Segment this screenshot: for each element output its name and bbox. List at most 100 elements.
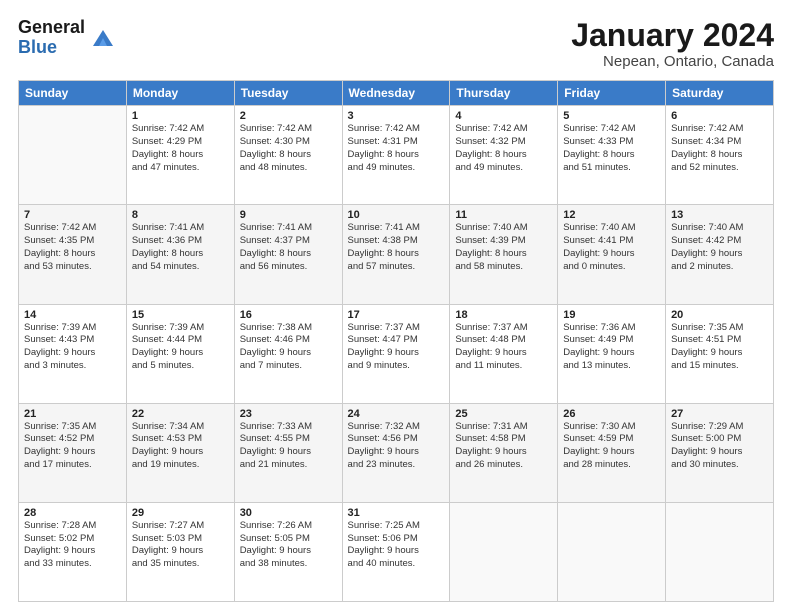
day-number: 12 — [563, 209, 660, 221]
day-detail: Sunrise: 7:42 AMSunset: 4:33 PMDaylight:… — [563, 123, 660, 174]
col-header-thursday: Thursday — [450, 81, 558, 106]
day-number: 8 — [132, 209, 229, 221]
day-detail: Sunrise: 7:42 AMSunset: 4:30 PMDaylight:… — [240, 123, 337, 174]
day-detail: Sunrise: 7:37 AMSunset: 4:48 PMDaylight:… — [455, 322, 552, 373]
day-detail: Sunrise: 7:42 AMSunset: 4:35 PMDaylight:… — [24, 222, 121, 273]
day-number: 21 — [24, 408, 121, 420]
week-row-4: 21Sunrise: 7:35 AMSunset: 4:52 PMDayligh… — [19, 403, 774, 502]
logo: GeneralBlue — [18, 18, 117, 58]
day-number: 13 — [671, 209, 768, 221]
day-cell: 6Sunrise: 7:42 AMSunset: 4:34 PMDaylight… — [666, 106, 774, 205]
day-number: 4 — [455, 110, 552, 122]
week-row-2: 7Sunrise: 7:42 AMSunset: 4:35 PMDaylight… — [19, 205, 774, 304]
col-header-sunday: Sunday — [19, 81, 127, 106]
header: GeneralBlue January 2024 Nepean, Ontario… — [18, 18, 774, 70]
day-number: 30 — [240, 507, 337, 519]
day-cell — [666, 502, 774, 601]
day-cell: 14Sunrise: 7:39 AMSunset: 4:43 PMDayligh… — [19, 304, 127, 403]
day-number: 6 — [671, 110, 768, 122]
day-cell: 25Sunrise: 7:31 AMSunset: 4:58 PMDayligh… — [450, 403, 558, 502]
calendar-table: SundayMondayTuesdayWednesdayThursdayFrid… — [18, 80, 774, 602]
day-number: 24 — [348, 408, 445, 420]
day-number: 23 — [240, 408, 337, 420]
week-row-3: 14Sunrise: 7:39 AMSunset: 4:43 PMDayligh… — [19, 304, 774, 403]
col-header-friday: Friday — [558, 81, 666, 106]
day-detail: Sunrise: 7:40 AMSunset: 4:42 PMDaylight:… — [671, 222, 768, 273]
logo-general: General — [18, 18, 85, 38]
day-detail: Sunrise: 7:25 AMSunset: 5:06 PMDaylight:… — [348, 520, 445, 571]
day-cell: 28Sunrise: 7:28 AMSunset: 5:02 PMDayligh… — [19, 502, 127, 601]
day-detail: Sunrise: 7:42 AMSunset: 4:34 PMDaylight:… — [671, 123, 768, 174]
day-cell: 15Sunrise: 7:39 AMSunset: 4:44 PMDayligh… — [126, 304, 234, 403]
day-number: 16 — [240, 309, 337, 321]
calendar-header-row: SundayMondayTuesdayWednesdayThursdayFrid… — [19, 81, 774, 106]
day-cell: 1Sunrise: 7:42 AMSunset: 4:29 PMDaylight… — [126, 106, 234, 205]
day-detail: Sunrise: 7:36 AMSunset: 4:49 PMDaylight:… — [563, 322, 660, 373]
day-cell: 5Sunrise: 7:42 AMSunset: 4:33 PMDaylight… — [558, 106, 666, 205]
day-cell: 27Sunrise: 7:29 AMSunset: 5:00 PMDayligh… — [666, 403, 774, 502]
day-cell: 21Sunrise: 7:35 AMSunset: 4:52 PMDayligh… — [19, 403, 127, 502]
day-detail: Sunrise: 7:41 AMSunset: 4:37 PMDaylight:… — [240, 222, 337, 273]
day-number: 17 — [348, 309, 445, 321]
day-detail: Sunrise: 7:32 AMSunset: 4:56 PMDaylight:… — [348, 421, 445, 472]
page-subtitle: Nepean, Ontario, Canada — [571, 53, 774, 70]
day-number: 15 — [132, 309, 229, 321]
day-cell: 17Sunrise: 7:37 AMSunset: 4:47 PMDayligh… — [342, 304, 450, 403]
day-cell — [558, 502, 666, 601]
day-number: 1 — [132, 110, 229, 122]
day-cell: 19Sunrise: 7:36 AMSunset: 4:49 PMDayligh… — [558, 304, 666, 403]
day-number: 10 — [348, 209, 445, 221]
page: GeneralBlue January 2024 Nepean, Ontario… — [0, 0, 792, 612]
day-detail: Sunrise: 7:35 AMSunset: 4:51 PMDaylight:… — [671, 322, 768, 373]
day-detail: Sunrise: 7:26 AMSunset: 5:05 PMDaylight:… — [240, 520, 337, 571]
day-detail: Sunrise: 7:39 AMSunset: 4:44 PMDaylight:… — [132, 322, 229, 373]
col-header-wednesday: Wednesday — [342, 81, 450, 106]
logo-icon — [89, 24, 117, 52]
day-detail: Sunrise: 7:40 AMSunset: 4:39 PMDaylight:… — [455, 222, 552, 273]
day-number: 31 — [348, 507, 445, 519]
col-header-saturday: Saturday — [666, 81, 774, 106]
day-detail: Sunrise: 7:37 AMSunset: 4:47 PMDaylight:… — [348, 322, 445, 373]
day-cell: 4Sunrise: 7:42 AMSunset: 4:32 PMDaylight… — [450, 106, 558, 205]
day-number: 22 — [132, 408, 229, 420]
day-cell — [450, 502, 558, 601]
day-number: 14 — [24, 309, 121, 321]
day-detail: Sunrise: 7:40 AMSunset: 4:41 PMDaylight:… — [563, 222, 660, 273]
logo-text: GeneralBlue — [18, 18, 85, 58]
day-number: 5 — [563, 110, 660, 122]
day-cell: 16Sunrise: 7:38 AMSunset: 4:46 PMDayligh… — [234, 304, 342, 403]
day-detail: Sunrise: 7:28 AMSunset: 5:02 PMDaylight:… — [24, 520, 121, 571]
day-number: 11 — [455, 209, 552, 221]
day-cell — [19, 106, 127, 205]
day-number: 29 — [132, 507, 229, 519]
day-detail: Sunrise: 7:30 AMSunset: 4:59 PMDaylight:… — [563, 421, 660, 472]
day-detail: Sunrise: 7:35 AMSunset: 4:52 PMDaylight:… — [24, 421, 121, 472]
day-detail: Sunrise: 7:29 AMSunset: 5:00 PMDaylight:… — [671, 421, 768, 472]
day-number: 20 — [671, 309, 768, 321]
day-detail: Sunrise: 7:41 AMSunset: 4:38 PMDaylight:… — [348, 222, 445, 273]
day-number: 28 — [24, 507, 121, 519]
day-cell: 2Sunrise: 7:42 AMSunset: 4:30 PMDaylight… — [234, 106, 342, 205]
day-cell: 26Sunrise: 7:30 AMSunset: 4:59 PMDayligh… — [558, 403, 666, 502]
day-number: 7 — [24, 209, 121, 221]
day-cell: 13Sunrise: 7:40 AMSunset: 4:42 PMDayligh… — [666, 205, 774, 304]
day-cell: 24Sunrise: 7:32 AMSunset: 4:56 PMDayligh… — [342, 403, 450, 502]
day-cell: 10Sunrise: 7:41 AMSunset: 4:38 PMDayligh… — [342, 205, 450, 304]
day-detail: Sunrise: 7:42 AMSunset: 4:31 PMDaylight:… — [348, 123, 445, 174]
day-number: 27 — [671, 408, 768, 420]
day-number: 3 — [348, 110, 445, 122]
day-number: 19 — [563, 309, 660, 321]
day-detail: Sunrise: 7:39 AMSunset: 4:43 PMDaylight:… — [24, 322, 121, 373]
day-detail: Sunrise: 7:42 AMSunset: 4:32 PMDaylight:… — [455, 123, 552, 174]
col-header-tuesday: Tuesday — [234, 81, 342, 106]
day-cell: 23Sunrise: 7:33 AMSunset: 4:55 PMDayligh… — [234, 403, 342, 502]
day-cell: 8Sunrise: 7:41 AMSunset: 4:36 PMDaylight… — [126, 205, 234, 304]
day-cell: 7Sunrise: 7:42 AMSunset: 4:35 PMDaylight… — [19, 205, 127, 304]
day-cell: 12Sunrise: 7:40 AMSunset: 4:41 PMDayligh… — [558, 205, 666, 304]
day-number: 26 — [563, 408, 660, 420]
day-detail: Sunrise: 7:31 AMSunset: 4:58 PMDaylight:… — [455, 421, 552, 472]
day-cell: 11Sunrise: 7:40 AMSunset: 4:39 PMDayligh… — [450, 205, 558, 304]
day-detail: Sunrise: 7:41 AMSunset: 4:36 PMDaylight:… — [132, 222, 229, 273]
col-header-monday: Monday — [126, 81, 234, 106]
day-number: 18 — [455, 309, 552, 321]
